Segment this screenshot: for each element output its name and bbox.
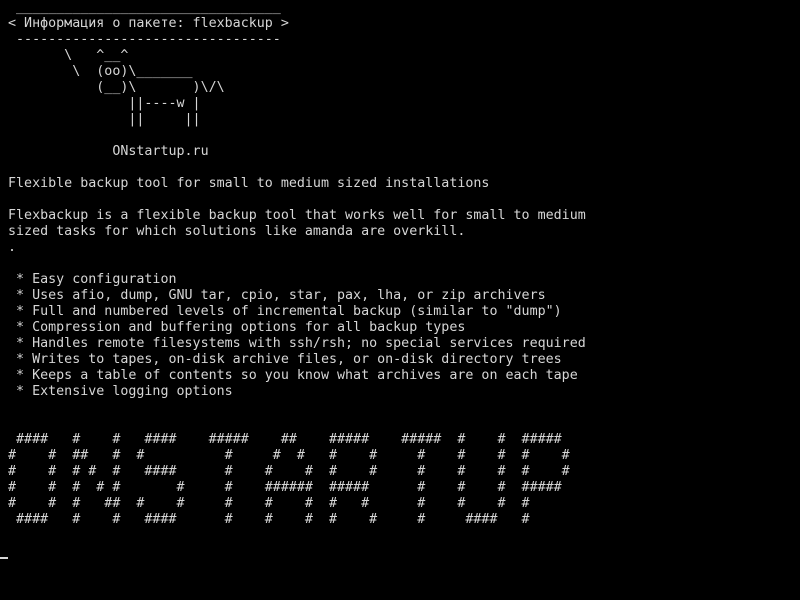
banner-rule-bottom: --------------------------------- bbox=[8, 32, 281, 47]
feature-item: * Handles remote filesystems with ssh/rs… bbox=[8, 336, 586, 351]
feature-item: * Compression and buffering options for … bbox=[8, 320, 466, 335]
cow-art-line: ||----w | bbox=[8, 96, 201, 111]
ascii-art-line: #### # # #### # # # # # # #### # bbox=[8, 512, 530, 527]
text-cursor bbox=[0, 557, 8, 559]
cow-art-line: || || bbox=[8, 112, 201, 127]
ascii-art-line: #### # # #### ##### ## ##### ##### # # #… bbox=[8, 432, 562, 447]
site-label: ONstartup.ru bbox=[8, 144, 209, 159]
feature-item: * Keeps a table of contents so you know … bbox=[8, 368, 578, 383]
feature-item: * Easy configuration bbox=[8, 272, 177, 287]
package-summary: Flexible backup tool for small to medium… bbox=[8, 176, 490, 191]
feature-item: * Writes to tapes, on-disk archive files… bbox=[8, 352, 562, 367]
feature-item: * Full and numbered levels of incrementa… bbox=[8, 304, 562, 319]
ascii-art-line: # # # ## # # # # # # # # # # # bbox=[8, 496, 530, 511]
banner-title: < Информация о пакете: flexbackup > bbox=[8, 16, 289, 31]
ascii-art-line: # # ## # # # # # # # # # # # # bbox=[8, 448, 570, 463]
feature-item: * Extensive logging options bbox=[8, 384, 233, 399]
terminal-screen[interactable]: _________________________________ < Инфо… bbox=[0, 0, 800, 600]
cow-art-line: (__)\ )\/\ bbox=[8, 80, 225, 95]
description-line: Flexbackup is a flexible backup tool tha… bbox=[8, 208, 586, 223]
cow-art-line: \ (oo)\_______ bbox=[8, 64, 193, 79]
feature-item: * Uses afio, dump, GNU tar, cpio, star, … bbox=[8, 288, 546, 303]
description-line: . bbox=[8, 240, 17, 255]
cow-art-line: \ ^__^ bbox=[8, 48, 129, 63]
ascii-art-line: # # # # # #### # # # # # # # # # # bbox=[8, 464, 570, 479]
ascii-art-line: # # # # # # # ###### ##### # # # ##### bbox=[8, 480, 562, 495]
banner-rule-top: _________________________________ bbox=[8, 0, 281, 15]
description-line: sized tasks for which solutions like ama… bbox=[8, 224, 466, 239]
